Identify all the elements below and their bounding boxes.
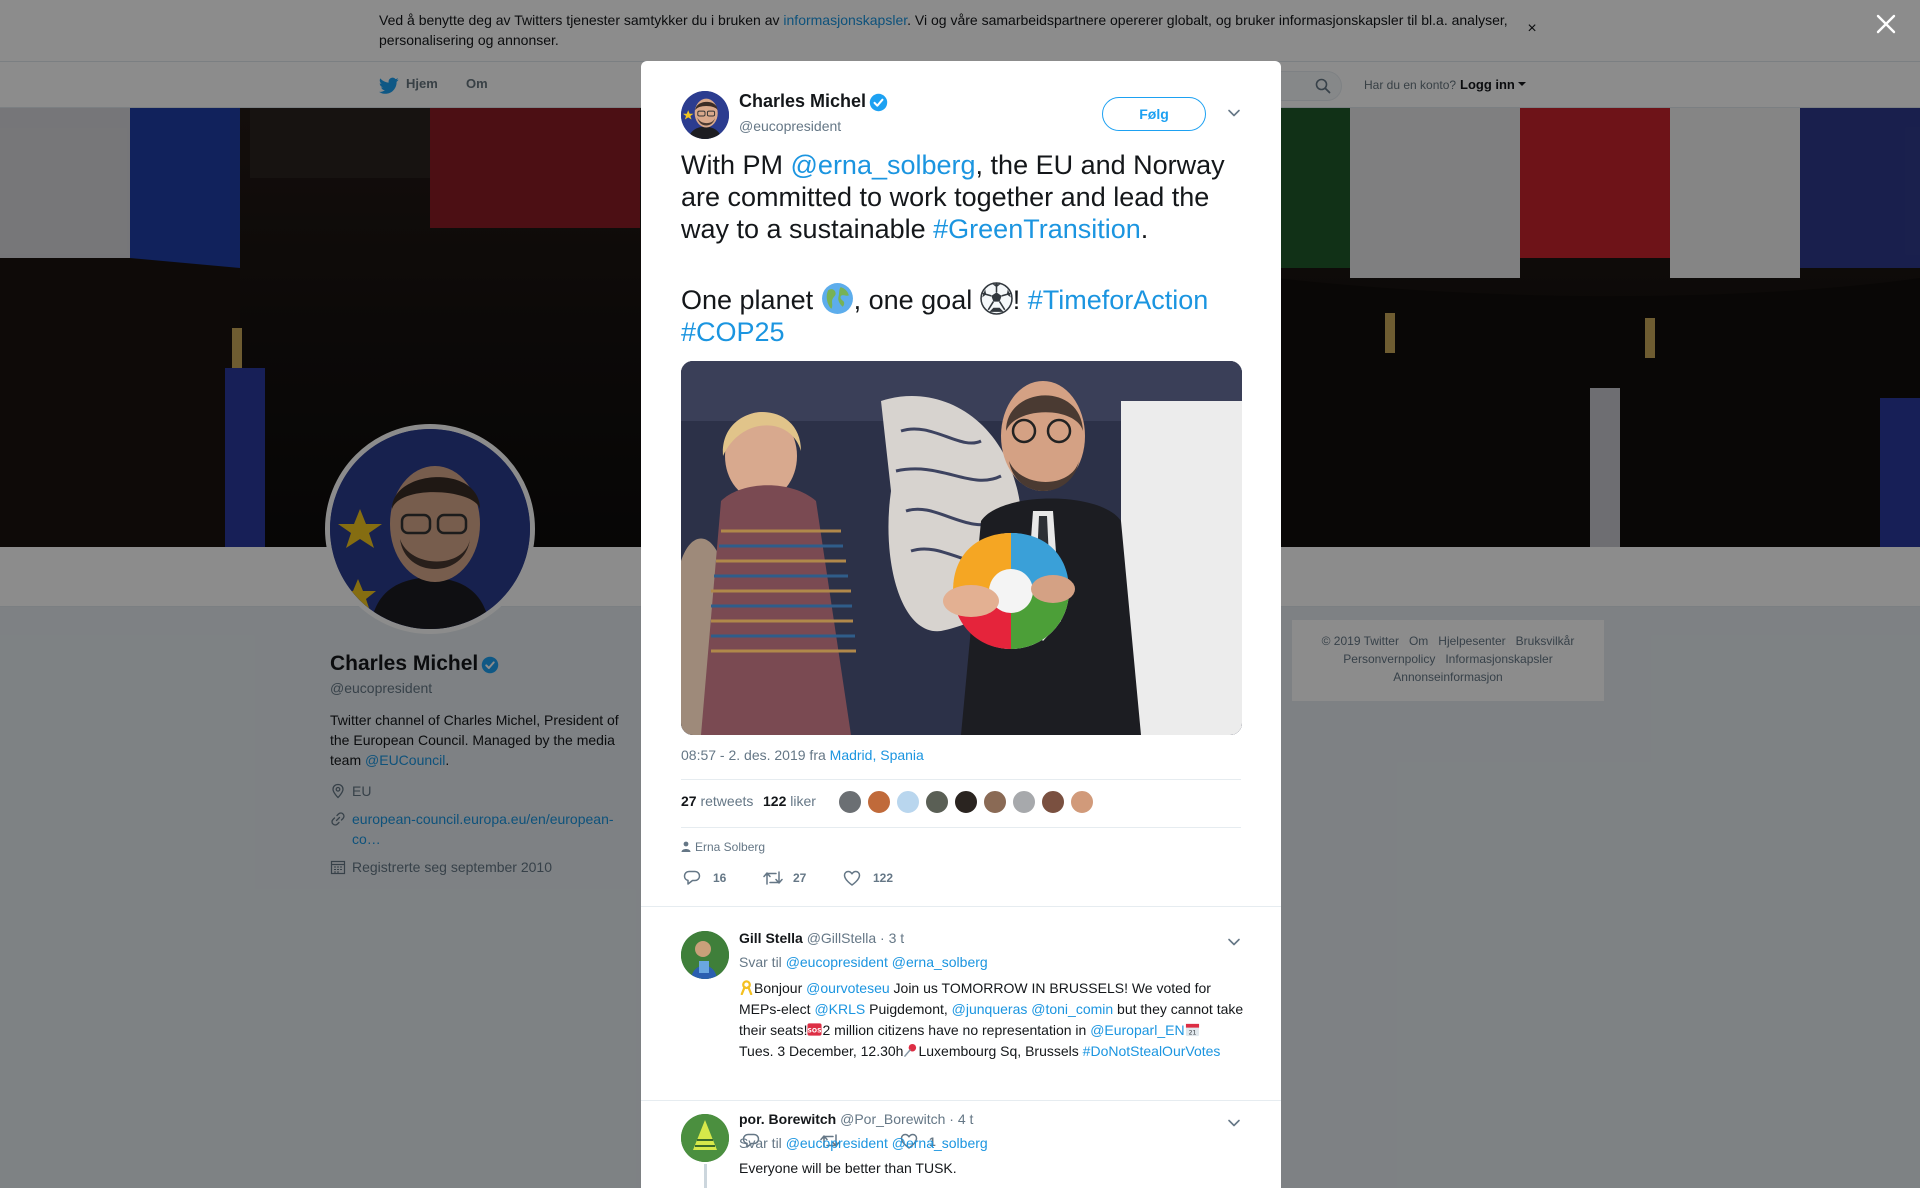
tweet-paragraph-1: With PM @erna_solberg, the EU and Norway… (681, 150, 1225, 244)
tweet-photo-image (681, 361, 1242, 735)
reply-author-avatar[interactable] (681, 931, 729, 979)
sos-emoji-icon: SOS (807, 1023, 823, 1036)
reply-to-mention[interactable]: @erna_solberg (892, 1135, 988, 1151)
reply-author-avatar[interactable] (681, 1114, 729, 1162)
follow-button[interactable]: Følg (1102, 97, 1206, 131)
tweet-timestamp: 08:57 - 2. des. 2019 fra Madrid, Spania (681, 747, 924, 763)
retweet-icon (763, 871, 783, 885)
tweet-hashtag-link[interactable]: #TimeforAction (1028, 285, 1209, 315)
pushpin-emoji-icon (904, 1043, 917, 1057)
tweet-author-handle[interactable]: @eucopresident (739, 118, 841, 134)
reply-author-handle[interactable]: @GillStella (807, 930, 876, 946)
globe-emoji-icon (821, 283, 853, 314)
soccer-ball-emoji-icon (979, 282, 1013, 315)
svg-text:SOS: SOS (808, 1027, 822, 1034)
reply-author-avatar-image (681, 1114, 729, 1162)
liker-avatar[interactable] (954, 790, 978, 814)
reply-author-avatar-image (681, 931, 729, 979)
like-count[interactable]: 122 liker (763, 793, 816, 809)
reply-to-mention[interactable]: @eucopresident (786, 1135, 888, 1151)
reply-header: Gill Stella @GillStella · 3 t (739, 930, 904, 946)
reply-time[interactable]: · 3 t (880, 930, 904, 946)
thread-connector-line (704, 1164, 707, 1188)
reply-to-mention[interactable]: @eucopresident (786, 954, 888, 970)
liker-avatar[interactable] (1041, 790, 1065, 814)
liker-avatar[interactable] (838, 790, 862, 814)
calendar-emoji-icon: 21 (1185, 1023, 1199, 1037)
reply-time[interactable]: · 4 t (949, 1111, 973, 1127)
liker-avatar[interactable] (983, 790, 1007, 814)
tweet-author-avatar-image (681, 91, 729, 139)
reply-text: Bonjour @ourvoteseu Join us TOMORROW IN … (739, 980, 1244, 1059)
liker-avatar[interactable] (1070, 790, 1094, 814)
yellow-ribbon-emoji-icon (740, 980, 753, 995)
tweet-author-name[interactable]: Charles Michel (739, 91, 866, 112)
reply-tweet[interactable]: por. Borewitch @Por_Borewitch · 4 t Svar… (641, 1101, 1281, 1188)
reply-icon (683, 870, 701, 885)
liker-avatar[interactable] (1012, 790, 1036, 814)
divider (641, 906, 1281, 907)
reply-mention-link[interactable]: @toni_comin (1031, 1001, 1113, 1017)
chevron-down-icon[interactable] (1227, 1116, 1241, 1130)
chevron-down-icon[interactable] (1227, 935, 1241, 949)
liker-avatar[interactable] (867, 790, 891, 814)
tweet-hashtag-link[interactable]: #GreenTransition (933, 214, 1141, 244)
reply-author-name[interactable]: por. Borewitch (739, 1111, 836, 1127)
reply-author-handle[interactable]: @Por_Borewitch (840, 1111, 945, 1127)
liker-avatar[interactable] (925, 790, 949, 814)
tweet-hashtag-link[interactable]: #COP25 (681, 317, 785, 347)
retweet-count[interactable]: 27 retweets (681, 793, 753, 809)
tagged-user[interactable]: Erna Solberg (681, 840, 765, 854)
reply-mention-link[interactable]: @KRLS (814, 1001, 865, 1017)
reply-mention-link[interactable]: @junqueras (952, 1001, 1028, 1017)
heart-icon (843, 870, 861, 886)
tweet-place-link[interactable]: Madrid, Spania (830, 747, 924, 763)
tweet-paragraph-2: One planet , one goal ! #TimeforAction #C… (681, 282, 1246, 348)
tweet-text: With PM @erna_solberg, the EU and Norway… (681, 149, 1246, 348)
verified-badge-icon (869, 93, 888, 112)
divider (681, 779, 1241, 780)
chevron-down-icon[interactable] (1227, 106, 1241, 120)
reply-to-line: Svar til @eucopresident @erna_solberg (739, 1135, 988, 1151)
tweet-modal: Charles Michel @eucopresident Følg With … (641, 61, 1281, 1188)
liker-avatar[interactable] (896, 790, 920, 814)
tweet-author-avatar[interactable] (681, 91, 729, 139)
reply-mention-link[interactable]: @ourvoteseu (806, 980, 889, 996)
reply-to-mention[interactable]: @erna_solberg (892, 954, 988, 970)
reply-text: Everyone will be better than TUSK. (739, 1160, 957, 1176)
close-icon[interactable] (1874, 12, 1898, 36)
person-icon (681, 841, 691, 852)
tweet-mention-link[interactable]: @erna_solberg (791, 150, 976, 180)
reply-header: por. Borewitch @Por_Borewitch · 4 t (739, 1111, 973, 1127)
tweet-photo[interactable] (681, 361, 1242, 735)
reply-author-name[interactable]: Gill Stella (739, 930, 803, 946)
svg-text:21: 21 (1188, 1030, 1196, 1037)
reply-mention-link[interactable]: @Europarl_EN (1090, 1022, 1184, 1038)
divider (681, 827, 1241, 828)
reply-hashtag-link[interactable]: #DoNotStealOurVotes (1083, 1043, 1221, 1059)
reply-to-line: Svar til @eucopresident @erna_solberg (739, 954, 988, 970)
